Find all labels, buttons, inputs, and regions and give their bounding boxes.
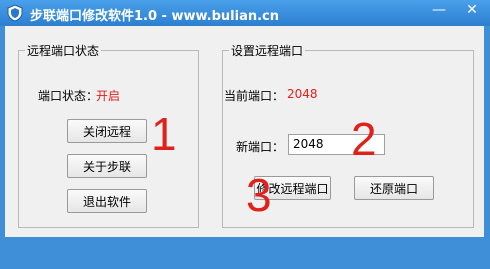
window-title: 步联端口修改软件1.0 - www.bulian.cn bbox=[30, 9, 280, 24]
annotation-number-1: 1 bbox=[151, 108, 177, 160]
exit-button[interactable]: 退出软件 bbox=[67, 189, 147, 213]
minimize-button[interactable]: — bbox=[426, 1, 452, 19]
remote-status-legend: 远程端口状态 bbox=[27, 44, 100, 58]
current-port-label: 当前端口： bbox=[224, 89, 285, 103]
port-settings-legend: 设置远程端口 bbox=[231, 44, 304, 58]
port-status-value: 开启 bbox=[96, 89, 121, 103]
annotation-number-2: 2 bbox=[351, 113, 377, 165]
new-port-label: 新端口： bbox=[236, 140, 285, 154]
about-button[interactable]: 关于步联 bbox=[67, 154, 147, 178]
minimize-icon: — bbox=[432, 2, 446, 18]
port-status-label: 端口状态： bbox=[38, 89, 99, 103]
current-port-value: 2048 bbox=[287, 87, 318, 101]
close-icon: ✕ bbox=[466, 2, 478, 18]
app-window: 步联端口修改软件1.0 - www.bulian.cn — ✕ 远程端口状态 端… bbox=[0, 0, 490, 269]
restore-port-button[interactable]: 还原端口 bbox=[354, 176, 434, 200]
annotation-number-3: 3 bbox=[246, 169, 272, 221]
close-remote-button[interactable]: 关闭远程 bbox=[67, 119, 147, 143]
close-button[interactable]: ✕ bbox=[456, 1, 488, 19]
shield-icon bbox=[6, 4, 24, 22]
title-bar[interactable]: 步联端口修改软件1.0 - www.bulian.cn — ✕ bbox=[0, 0, 490, 26]
bottom-border bbox=[0, 237, 490, 269]
client-area: 远程端口状态 端口状态： 开启 关闭远程 关于步联 退出软件 设置远程端口 当前… bbox=[5, 26, 484, 237]
